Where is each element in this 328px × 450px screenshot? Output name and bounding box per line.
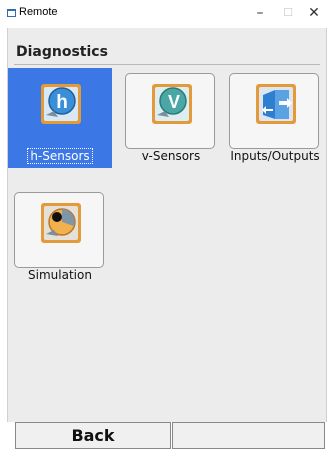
remote-window: Remote – ☐ ✕ Diagnostics h h-Sensors V v… <box>0 0 328 450</box>
diagnostics-panel: Diagnostics h h-Sensors V v-Sensors Inpu… <box>7 28 327 422</box>
app-icon <box>7 9 16 17</box>
tile-icon-frame: V <box>125 73 215 149</box>
tile-inputs-outputs[interactable]: Inputs/Outputs <box>223 68 327 168</box>
svg-text:V: V <box>168 92 180 112</box>
maximize-button[interactable]: ☐ <box>274 3 302 23</box>
svg-text:h: h <box>56 92 68 113</box>
tile-icon-frame <box>14 192 104 268</box>
tile-label: Inputs/Outputs <box>230 149 320 163</box>
title-bar: Remote – ☐ ✕ <box>0 0 328 28</box>
v-sensors-icon: V <box>152 84 192 124</box>
tile-icon-frame: h <box>14 73 104 149</box>
back-button[interactable]: Back <box>15 422 171 449</box>
page-title: Diagnostics <box>16 44 108 60</box>
footer-bar: Back <box>15 422 325 449</box>
header-divider <box>14 64 320 65</box>
close-button[interactable]: ✕ <box>300 3 328 23</box>
tile-label: v-Sensors <box>141 149 201 163</box>
tile-label: Simulation <box>28 268 92 282</box>
tile-simulation[interactable]: Simulation <box>8 187 112 287</box>
inputs-outputs-icon <box>256 84 296 124</box>
tile-v-sensors[interactable]: V v-Sensors <box>119 68 223 168</box>
simulation-icon <box>41 203 81 243</box>
softkey-right-button[interactable] <box>172 422 325 449</box>
tile-icon-frame <box>229 73 319 149</box>
h-sensors-icon: h <box>41 84 81 124</box>
tile-label: h-Sensors <box>27 148 93 164</box>
minimize-button[interactable]: – <box>246 3 274 23</box>
tile-h-sensors[interactable]: h h-Sensors <box>8 68 112 168</box>
window-title: Remote <box>19 6 58 18</box>
